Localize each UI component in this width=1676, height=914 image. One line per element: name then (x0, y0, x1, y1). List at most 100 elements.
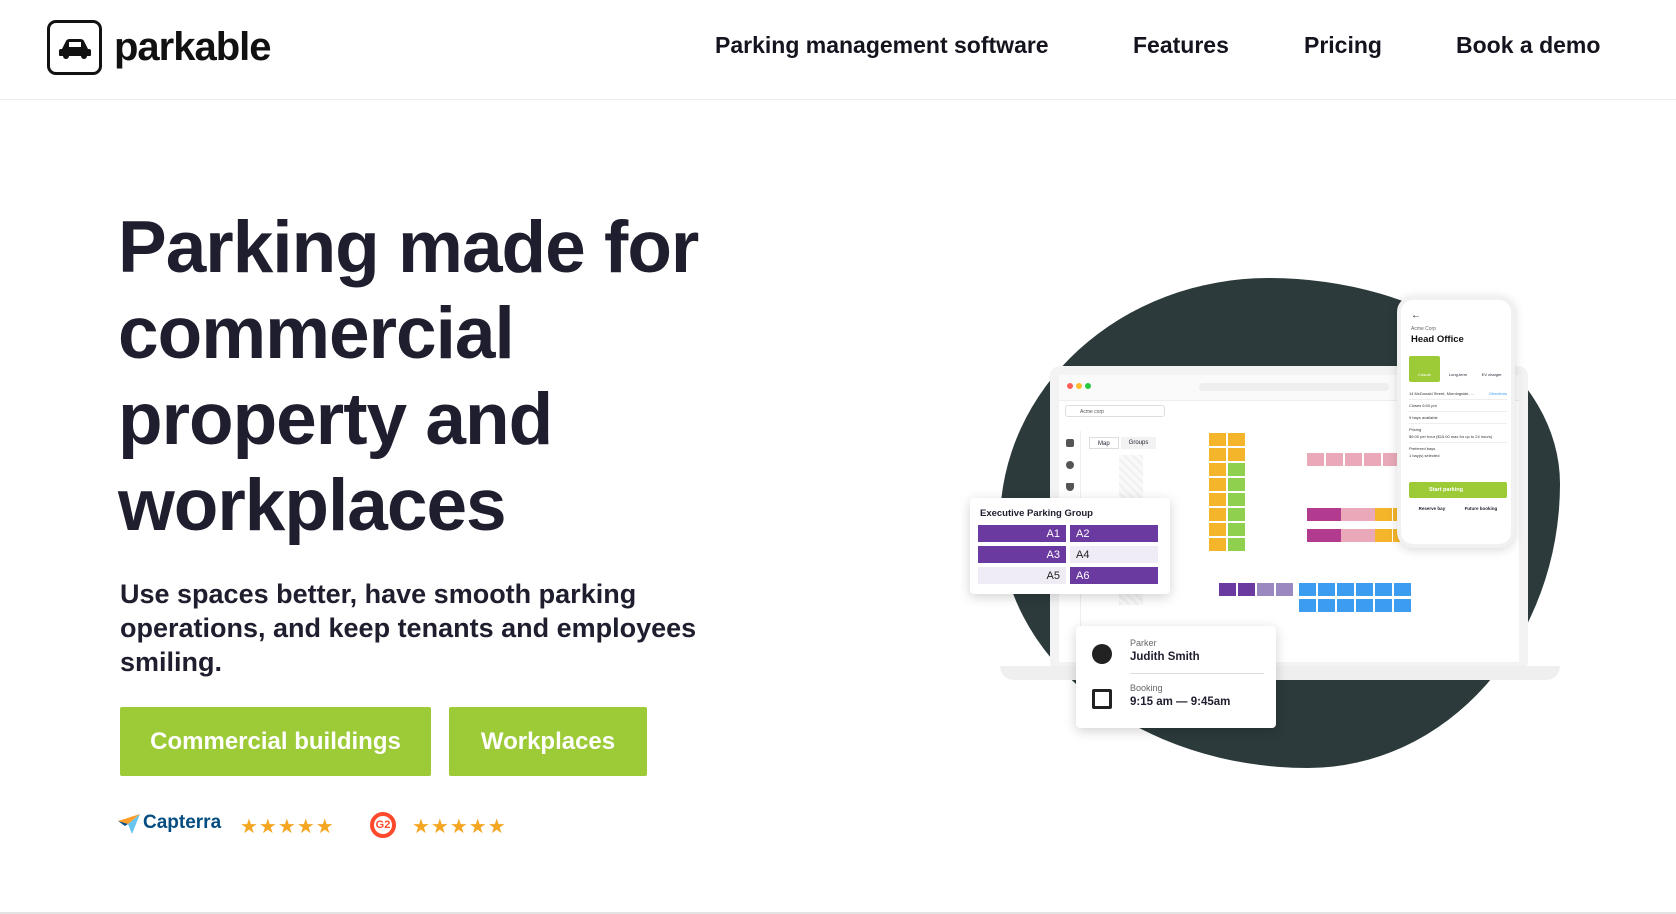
parking-bay[interactable] (1307, 453, 1324, 466)
parking-bay[interactable] (1209, 478, 1226, 491)
tab-casual[interactable]: Casual (1409, 356, 1440, 382)
parking-bay[interactable] (1209, 463, 1226, 476)
location-details: 14 McDonald Street, Morningside, ... Dire… (1409, 388, 1507, 461)
parking-bay[interactable] (1228, 433, 1245, 446)
hero-title: Parking made for commercial property and… (118, 205, 758, 549)
parking-bay[interactable] (1394, 583, 1411, 596)
parking-bay[interactable] (1209, 448, 1226, 461)
back-arrow-icon[interactable]: ← (1411, 310, 1421, 321)
parking-bay[interactable] (1358, 529, 1375, 542)
parking-bay[interactable] (1276, 583, 1293, 596)
parking-bay[interactable] (1341, 508, 1358, 521)
tab-groups[interactable]: Groups (1120, 437, 1157, 449)
parking-bay[interactable] (1375, 508, 1392, 521)
users-icon[interactable] (1065, 461, 1074, 469)
group-bay[interactable]: A2 (1070, 525, 1158, 542)
parking-bay[interactable] (1228, 508, 1245, 521)
parking-bay[interactable] (1299, 583, 1316, 596)
g2-name: G2 (375, 819, 391, 831)
company-name: Acme Corp (1411, 326, 1437, 332)
parking-bay[interactable] (1228, 463, 1245, 476)
parking-bay[interactable] (1375, 599, 1392, 612)
commercial-buildings-button[interactable]: Commercial buildings (120, 707, 431, 776)
capterra-stars: ★★★★★ (240, 816, 335, 838)
window-dot (1085, 383, 1091, 389)
hero-title-line: property and (118, 379, 553, 460)
parking-bay[interactable] (1356, 583, 1373, 596)
parking-bay[interactable] (1209, 508, 1226, 521)
parking-bay[interactable] (1324, 529, 1341, 542)
parking-bay[interactable] (1337, 599, 1354, 612)
parking-bay[interactable] (1318, 583, 1335, 596)
car-icon (47, 20, 102, 75)
reserve-bay-button[interactable]: Reserve bay (1419, 506, 1446, 511)
nav-parking-management-software[interactable]: Parking management software (715, 32, 1049, 59)
tab-map[interactable]: Map (1089, 437, 1119, 449)
parker-label: Parker (1130, 638, 1157, 648)
parking-bay[interactable] (1219, 583, 1236, 596)
product-illustration: Acme corp Map Groups ← Acme Corp Head Of… (970, 278, 1570, 778)
g2-stars: ★★★★★ (412, 816, 507, 838)
parking-bay[interactable] (1341, 529, 1358, 542)
group-bay[interactable]: A3 (978, 546, 1066, 563)
nav-book-a-demo[interactable]: Book a demo (1456, 32, 1600, 59)
group-bay[interactable]: A6 (1070, 567, 1158, 584)
hero-title-line: commercial (118, 293, 515, 374)
parking-bay[interactable] (1209, 538, 1226, 551)
parking-bay[interactable] (1209, 523, 1226, 536)
org-select[interactable]: Acme corp (1065, 405, 1165, 417)
parking-bay[interactable] (1228, 538, 1245, 551)
workplaces-button[interactable]: Workplaces (449, 707, 647, 776)
parking-bay[interactable] (1307, 529, 1324, 542)
parking-bay[interactable] (1209, 433, 1226, 446)
sidebar-icon[interactable] (1065, 439, 1074, 447)
tab-long-term[interactable]: Long-term (1443, 356, 1474, 382)
future-booking-button[interactable]: Future booking (1465, 506, 1498, 511)
tab-ev-charger[interactable]: EV charger (1476, 356, 1507, 382)
parking-bay[interactable] (1364, 453, 1381, 466)
parking-bay[interactable] (1337, 583, 1354, 596)
parkable-logo[interactable]: parkable (47, 20, 272, 75)
parking-bay[interactable] (1228, 478, 1245, 491)
group-bay[interactable]: A1 (978, 525, 1066, 542)
group-bay[interactable]: A5 (978, 567, 1066, 584)
parking-bay[interactable] (1228, 493, 1245, 506)
logo-text: parkable (114, 25, 272, 69)
parking-bay[interactable] (1358, 508, 1375, 521)
address-bar (1199, 383, 1389, 391)
parking-bay[interactable] (1375, 529, 1392, 542)
parking-bay[interactable] (1257, 583, 1274, 596)
group-bay[interactable]: A4 (1070, 546, 1158, 563)
calendar-icon (1092, 689, 1112, 709)
parking-bay[interactable] (1238, 583, 1255, 596)
shield-icon[interactable] (1065, 483, 1074, 491)
nav-pricing[interactable]: Pricing (1304, 32, 1382, 59)
phone-actions: Reserve bay Future booking (1409, 506, 1507, 511)
directions-link[interactable]: Directions (1489, 390, 1507, 397)
parking-bay[interactable] (1299, 599, 1316, 612)
capterra-logo[interactable]: Capterra (118, 812, 221, 834)
preferred-label: Preferred bays (1409, 446, 1436, 451)
parking-bay[interactable] (1326, 453, 1343, 466)
preferred-text: 1 bay(s) selected (1409, 453, 1440, 458)
executive-group-card: Executive Parking Group A1 A2 A3 A4 A5 A6 (970, 498, 1170, 594)
parking-bay[interactable] (1228, 448, 1245, 461)
parking-bay[interactable] (1394, 599, 1411, 612)
parking-bay[interactable] (1318, 599, 1335, 612)
pricing-label: Pricing (1409, 427, 1422, 432)
nav-features[interactable]: Features (1133, 32, 1229, 59)
parking-bay[interactable] (1209, 493, 1226, 506)
parking-bay[interactable] (1307, 508, 1324, 521)
parking-type-tabs: Casual Long-term EV charger (1409, 356, 1507, 382)
parking-bay[interactable] (1356, 599, 1373, 612)
start-parking-button[interactable]: Start parking (1409, 482, 1507, 498)
pricing-text: $9.00 per hour ($15.00 max for up to 24 … (1409, 434, 1493, 439)
g2-logo[interactable]: G2 (370, 812, 396, 838)
parking-bay[interactable] (1345, 453, 1362, 466)
bays-available: 9 bays available (1409, 412, 1507, 424)
parking-bay[interactable] (1375, 583, 1392, 596)
parking-bay[interactable] (1228, 523, 1245, 536)
site-header: parkable Parking management software Fea… (0, 0, 1676, 100)
capterra-icon (118, 814, 140, 834)
parking-bay[interactable] (1324, 508, 1341, 521)
